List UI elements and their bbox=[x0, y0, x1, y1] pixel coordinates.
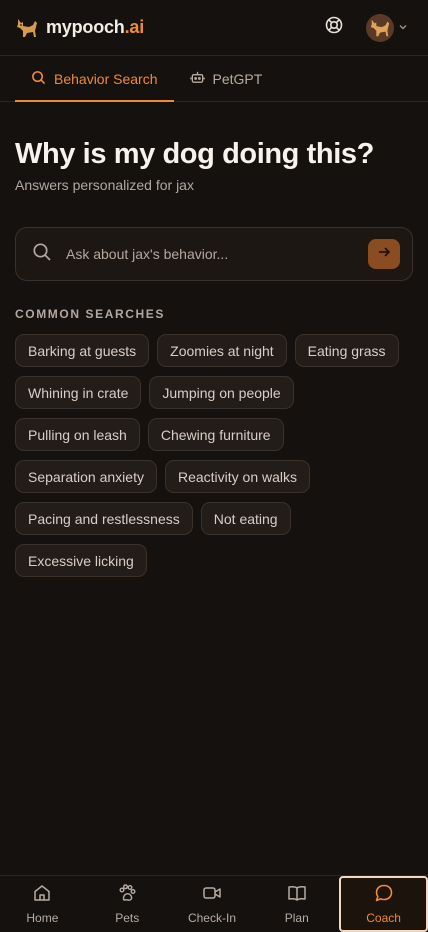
account-menu-button[interactable] bbox=[366, 13, 408, 42]
header-actions bbox=[314, 8, 413, 48]
dog-logo-icon bbox=[15, 16, 39, 40]
search-icon bbox=[31, 70, 46, 88]
page-subtitle: Answers personalized for jax bbox=[15, 177, 194, 193]
lifebuoy-icon bbox=[325, 16, 343, 39]
search-chip[interactable]: Separation anxiety bbox=[15, 460, 157, 493]
nav-label: Check-In bbox=[187, 911, 236, 925]
brand-name-accent: .ai bbox=[124, 17, 145, 37]
nav-label: Plan bbox=[284, 911, 309, 925]
search-chip[interactable]: Reactivity on walks bbox=[164, 460, 311, 493]
common-searches-list: Barking at guests Zoomies at night Eatin… bbox=[15, 334, 415, 577]
avatar bbox=[366, 13, 394, 42]
search-icon bbox=[32, 242, 52, 267]
search-chip[interactable]: Jumping on people bbox=[149, 376, 294, 409]
tab-label: PetGPT bbox=[212, 70, 263, 87]
search-box bbox=[15, 227, 413, 281]
brand[interactable]: mypooch.ai bbox=[15, 16, 144, 40]
common-searches-label: COMMON SEARCHES bbox=[15, 307, 166, 321]
nav-plan[interactable]: Plan bbox=[254, 876, 339, 932]
chat-icon bbox=[374, 883, 394, 906]
app-header: mypooch.ai bbox=[0, 0, 428, 56]
app-page: mypooch.ai Behavior Search PetGPT Why is… bbox=[0, 0, 428, 932]
search-chip[interactable]: Pulling on leash bbox=[15, 418, 140, 451]
search-chip[interactable]: Chewing furniture bbox=[147, 418, 284, 451]
tab-label: Behavior Search bbox=[54, 70, 158, 87]
search-chip[interactable]: Pacing and restlessness bbox=[15, 502, 193, 535]
paw-icon bbox=[117, 883, 137, 906]
search-chip[interactable]: Excessive licking bbox=[15, 544, 147, 577]
main-content: Why is my dog doing this? Answers person… bbox=[15, 102, 413, 577]
nav-check-in[interactable]: Check-In bbox=[170, 876, 255, 932]
search-chip[interactable]: Zoomies at night bbox=[157, 334, 287, 367]
tab-bar: Behavior Search PetGPT bbox=[0, 56, 428, 102]
nav-label: Home bbox=[26, 911, 59, 925]
search-submit-button[interactable] bbox=[368, 239, 400, 269]
tab-behavior-search[interactable]: Behavior Search bbox=[15, 56, 174, 102]
book-icon bbox=[287, 883, 307, 906]
nav-pets[interactable]: Pets bbox=[85, 876, 170, 932]
bottom-nav: Home Pets Check-In Plan Coach bbox=[0, 875, 428, 932]
tab-petgpt[interactable]: PetGPT bbox=[174, 56, 279, 101]
nav-label: Pets bbox=[115, 911, 140, 925]
robot-icon bbox=[189, 70, 205, 88]
help-button[interactable] bbox=[314, 8, 354, 48]
page-title: Why is my dog doing this? bbox=[15, 138, 374, 170]
arrow-right-icon bbox=[377, 245, 391, 264]
search-chip[interactable]: Barking at guests bbox=[15, 334, 150, 367]
home-icon bbox=[32, 883, 52, 906]
search-chip[interactable]: Not eating bbox=[200, 502, 291, 535]
nav-label: Coach bbox=[366, 911, 401, 925]
nav-coach[interactable]: Coach bbox=[339, 876, 428, 932]
brand-name: mypooch.ai bbox=[46, 17, 144, 38]
search-chip[interactable]: Eating grass bbox=[294, 334, 399, 367]
brand-name-main: mypooch bbox=[46, 17, 125, 37]
search-chip[interactable]: Whining in crate bbox=[15, 376, 142, 409]
chevron-down-icon bbox=[398, 19, 408, 37]
nav-home[interactable]: Home bbox=[0, 876, 85, 932]
video-icon bbox=[202, 883, 222, 906]
behavior-search-input[interactable] bbox=[66, 246, 354, 262]
